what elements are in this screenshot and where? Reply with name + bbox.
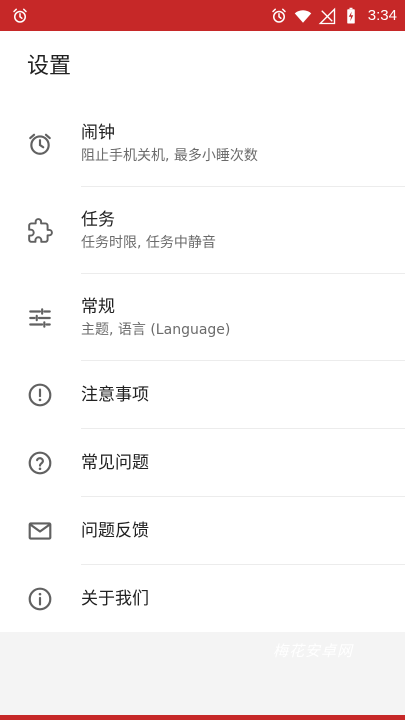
status-time: 3:34 xyxy=(367,7,397,24)
help-circle-icon xyxy=(28,451,52,475)
menu-item-label: 任务 xyxy=(81,210,115,230)
no-signal-icon xyxy=(318,7,335,24)
menu-item-mission[interactable]: 任务 任务时限, 任务中静音 xyxy=(0,187,405,274)
menu-item-notes[interactable]: 注意事项 xyxy=(0,361,405,429)
menu-item-alarm[interactable]: 闹钟 阻止手机关机, 最多小睡次数 xyxy=(0,100,405,187)
status-icons: 3:34 xyxy=(264,0,397,31)
wifi-icon xyxy=(294,9,312,23)
menu-item-label: 闹钟 xyxy=(81,123,115,143)
mail-icon xyxy=(28,522,52,540)
info-circle-icon xyxy=(28,587,52,611)
menu-item-general[interactable]: 常规 主题, 语言 (Language) xyxy=(0,274,405,361)
watermark: 梅花安卓网 xyxy=(272,642,353,660)
bottom-accent-bar xyxy=(0,715,405,720)
page-title: 设置 xyxy=(27,54,72,79)
menu-item-sublabel: 阻止手机关机, 最多小睡次数 xyxy=(81,148,258,164)
menu-item-sublabel: 主题, 语言 (Language) xyxy=(81,322,231,338)
menu-item-about[interactable]: 关于我们 xyxy=(0,565,405,633)
battery-charging-icon xyxy=(347,7,355,23)
menu-item-label: 常规 xyxy=(81,297,115,317)
sliders-icon xyxy=(29,307,51,328)
alarm-icon xyxy=(272,8,286,23)
menu-item-faq[interactable]: 常见问题 xyxy=(0,429,405,497)
puzzle-icon xyxy=(28,217,53,243)
status-bar: 3:34 xyxy=(0,0,405,31)
alarm-icon xyxy=(13,8,27,23)
settings-menu: 闹钟 阻止手机关机, 最多小睡次数 任务 任务时限, 任务中静音 常规 主题, … xyxy=(0,100,405,633)
bottom-area: 梅花安卓网 xyxy=(0,632,405,716)
alert-circle-icon xyxy=(28,383,52,407)
alarm-clock-icon xyxy=(29,133,51,155)
menu-item-feedback[interactable]: 问题反馈 xyxy=(0,497,405,565)
menu-item-sublabel: 任务时限, 任务中静音 xyxy=(81,235,216,251)
menu-item-label: 注意事项 xyxy=(81,385,149,405)
menu-item-label: 关于我们 xyxy=(81,589,149,609)
menu-item-label: 常见问题 xyxy=(81,453,149,473)
menu-item-label: 问题反馈 xyxy=(81,521,149,541)
